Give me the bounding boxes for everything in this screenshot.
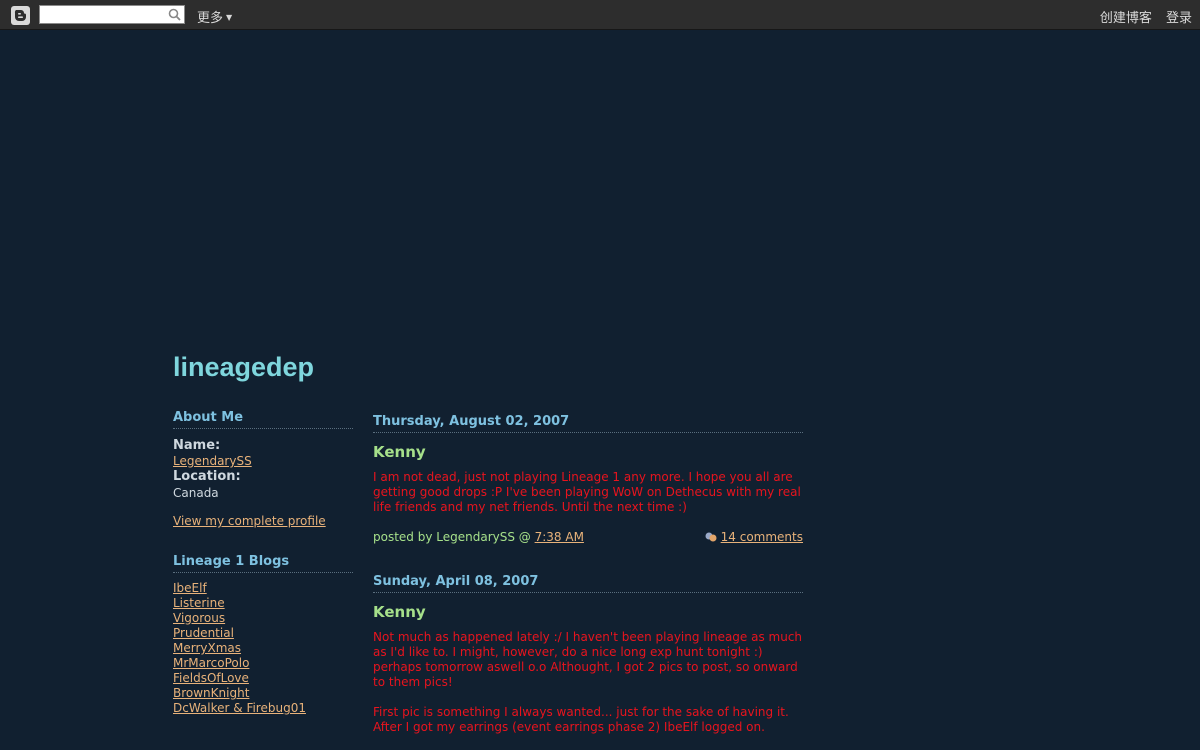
post-paragraph: I am not dead, just not playing Lineage …	[373, 470, 801, 514]
profile-name-link[interactable]: LegendarySS	[173, 454, 252, 468]
name-label: Name:	[173, 438, 221, 453]
blog-link[interactable]: IbeElf	[173, 581, 353, 596]
search-input[interactable]	[42, 7, 162, 22]
chevron-down-icon: ▼	[226, 13, 233, 22]
blog-title[interactable]: lineagedep	[173, 352, 314, 383]
sidebar: About Me Name: LegendarySS Location: Can…	[173, 410, 353, 716]
navbar-right: 创建博客 登录	[1090, 7, 1192, 26]
comments-link[interactable]: 14 comments	[721, 530, 803, 544]
post-date: Sunday, April 08, 2007	[373, 574, 803, 593]
blogger-navbar: 更多 ▼ 创建博客 登录	[0, 0, 1200, 30]
blog-link[interactable]: Listerine	[173, 596, 353, 611]
post-time-link[interactable]: 7:38 AM	[535, 530, 584, 544]
blog-link[interactable]: MerryXmas	[173, 641, 353, 656]
blog-link[interactable]: BrownKnight	[173, 686, 353, 701]
posted-by: posted by LegendarySS @	[373, 530, 531, 544]
post: Sunday, April 08, 2007 Kenny Not much as…	[373, 574, 803, 735]
search-field[interactable]	[39, 5, 185, 24]
post-footer: posted by LegendarySS @ 7:38 AM 14 comme…	[373, 530, 803, 546]
blogger-logo-icon[interactable]	[11, 6, 30, 25]
blog-link[interactable]: FieldsOfLove	[173, 671, 353, 686]
blogs-heading: Lineage 1 Blogs	[173, 554, 353, 573]
comment-bubble-icon	[705, 532, 717, 542]
login-link[interactable]: 登录	[1166, 11, 1192, 26]
post-paragraph: Not much as happened lately :/ I haven't…	[373, 630, 803, 689]
location-label: Location:	[173, 469, 241, 484]
view-profile-link[interactable]: View my complete profile	[173, 514, 353, 528]
blog-link[interactable]: MrMarcoPolo	[173, 656, 353, 671]
more-label: 更多	[197, 11, 224, 26]
post-body: Not much as happened lately :/ I haven't…	[373, 630, 803, 735]
blogs-section: Lineage 1 Blogs IbeElf Listerine Vigorou…	[173, 554, 353, 716]
post-title: Kenny	[373, 443, 426, 461]
post-body: I am not dead, just not playing Lineage …	[373, 470, 803, 515]
search-icon[interactable]	[168, 8, 181, 21]
post: Thursday, August 02, 2007 Kenny I am not…	[373, 414, 803, 546]
post-title: Kenny	[373, 603, 426, 621]
blog-link[interactable]: DcWalker & Firebug01	[173, 701, 353, 716]
create-blog-link[interactable]: 创建博客	[1100, 11, 1152, 26]
comments: 14 comments	[705, 530, 803, 544]
more-menu[interactable]: 更多 ▼	[197, 7, 232, 26]
location-value: Canada	[173, 486, 219, 500]
blog-link[interactable]: Vigorous	[173, 611, 353, 626]
blog-link[interactable]: Prudential	[173, 626, 353, 641]
about-me-heading: About Me	[173, 410, 353, 429]
main-content: Thursday, August 02, 2007 Kenny I am not…	[373, 414, 803, 750]
post-date: Thursday, August 02, 2007	[373, 414, 803, 433]
post-paragraph: First pic is something I always wanted..…	[373, 705, 789, 734]
